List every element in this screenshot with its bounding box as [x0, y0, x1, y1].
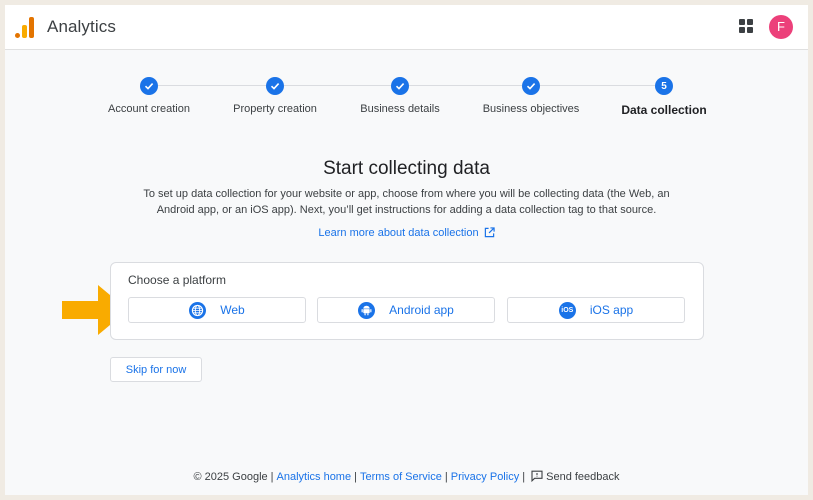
footer-separator: |	[270, 471, 274, 483]
platform-card: Choose a platform Web Android app iOS iO…	[110, 262, 704, 340]
step-label: Business objectives	[482, 103, 580, 115]
check-icon	[391, 77, 409, 95]
step-label: Business details	[360, 103, 440, 115]
step-number: 5	[655, 77, 673, 95]
footer-separator: |	[354, 471, 357, 483]
ios-icon-text: iOS	[561, 306, 574, 314]
step-data-collection: 5 Data collection	[589, 76, 739, 117]
skip-for-now-button[interactable]: Skip for now	[110, 357, 202, 382]
android-icon	[358, 301, 376, 319]
step-business-details: Business details	[325, 76, 475, 115]
page-title: Start collecting data	[323, 158, 490, 179]
feedback-icon	[531, 470, 543, 483]
check-icon	[266, 77, 284, 95]
step-business-objectives: Business objectives	[456, 76, 606, 115]
send-feedback-label: Send feedback	[546, 471, 620, 483]
app-window: Analytics F Account creation Property cr…	[5, 5, 808, 495]
footer-separator: |	[444, 471, 448, 483]
android-platform-label: Android app	[389, 303, 454, 317]
web-platform-button[interactable]: Web	[128, 297, 306, 323]
privacy-policy-link[interactable]: Privacy Policy	[451, 471, 519, 483]
check-icon	[140, 77, 158, 95]
check-icon	[522, 77, 540, 95]
terms-of-service-link[interactable]: Terms of Service	[360, 471, 442, 483]
copyright-text: © 2025 Google	[193, 471, 268, 483]
platform-card-title: Choose a platform	[128, 273, 227, 287]
ios-icon: iOS	[558, 301, 576, 319]
web-platform-label: Web	[220, 303, 245, 317]
android-platform-button[interactable]: Android app	[317, 297, 495, 323]
step-label: Data collection	[621, 103, 707, 117]
analytics-logo-icon	[15, 16, 35, 38]
learn-more-label: Learn more about data collection	[318, 227, 479, 239]
ios-platform-label: iOS app	[589, 303, 634, 317]
footer-separator: |	[522, 471, 526, 483]
avatar[interactable]: F	[769, 15, 793, 39]
analytics-home-link[interactable]: Analytics home	[277, 471, 352, 483]
globe-icon	[189, 301, 207, 319]
send-feedback-button[interactable]: Send feedback	[531, 470, 620, 483]
learn-more-link[interactable]: Learn more about data collection	[5, 227, 808, 239]
external-link-icon	[484, 227, 495, 238]
apps-grid-icon[interactable]	[739, 19, 753, 33]
page-description: To set up data collection for your websi…	[143, 188, 670, 216]
footer: © 2025 Google | Analytics home | Terms of Se…	[5, 470, 808, 483]
app-title: Analytics	[47, 17, 116, 36]
top-bar: Analytics F	[5, 5, 808, 50]
ios-platform-button[interactable]: iOS iOS app	[507, 297, 685, 323]
